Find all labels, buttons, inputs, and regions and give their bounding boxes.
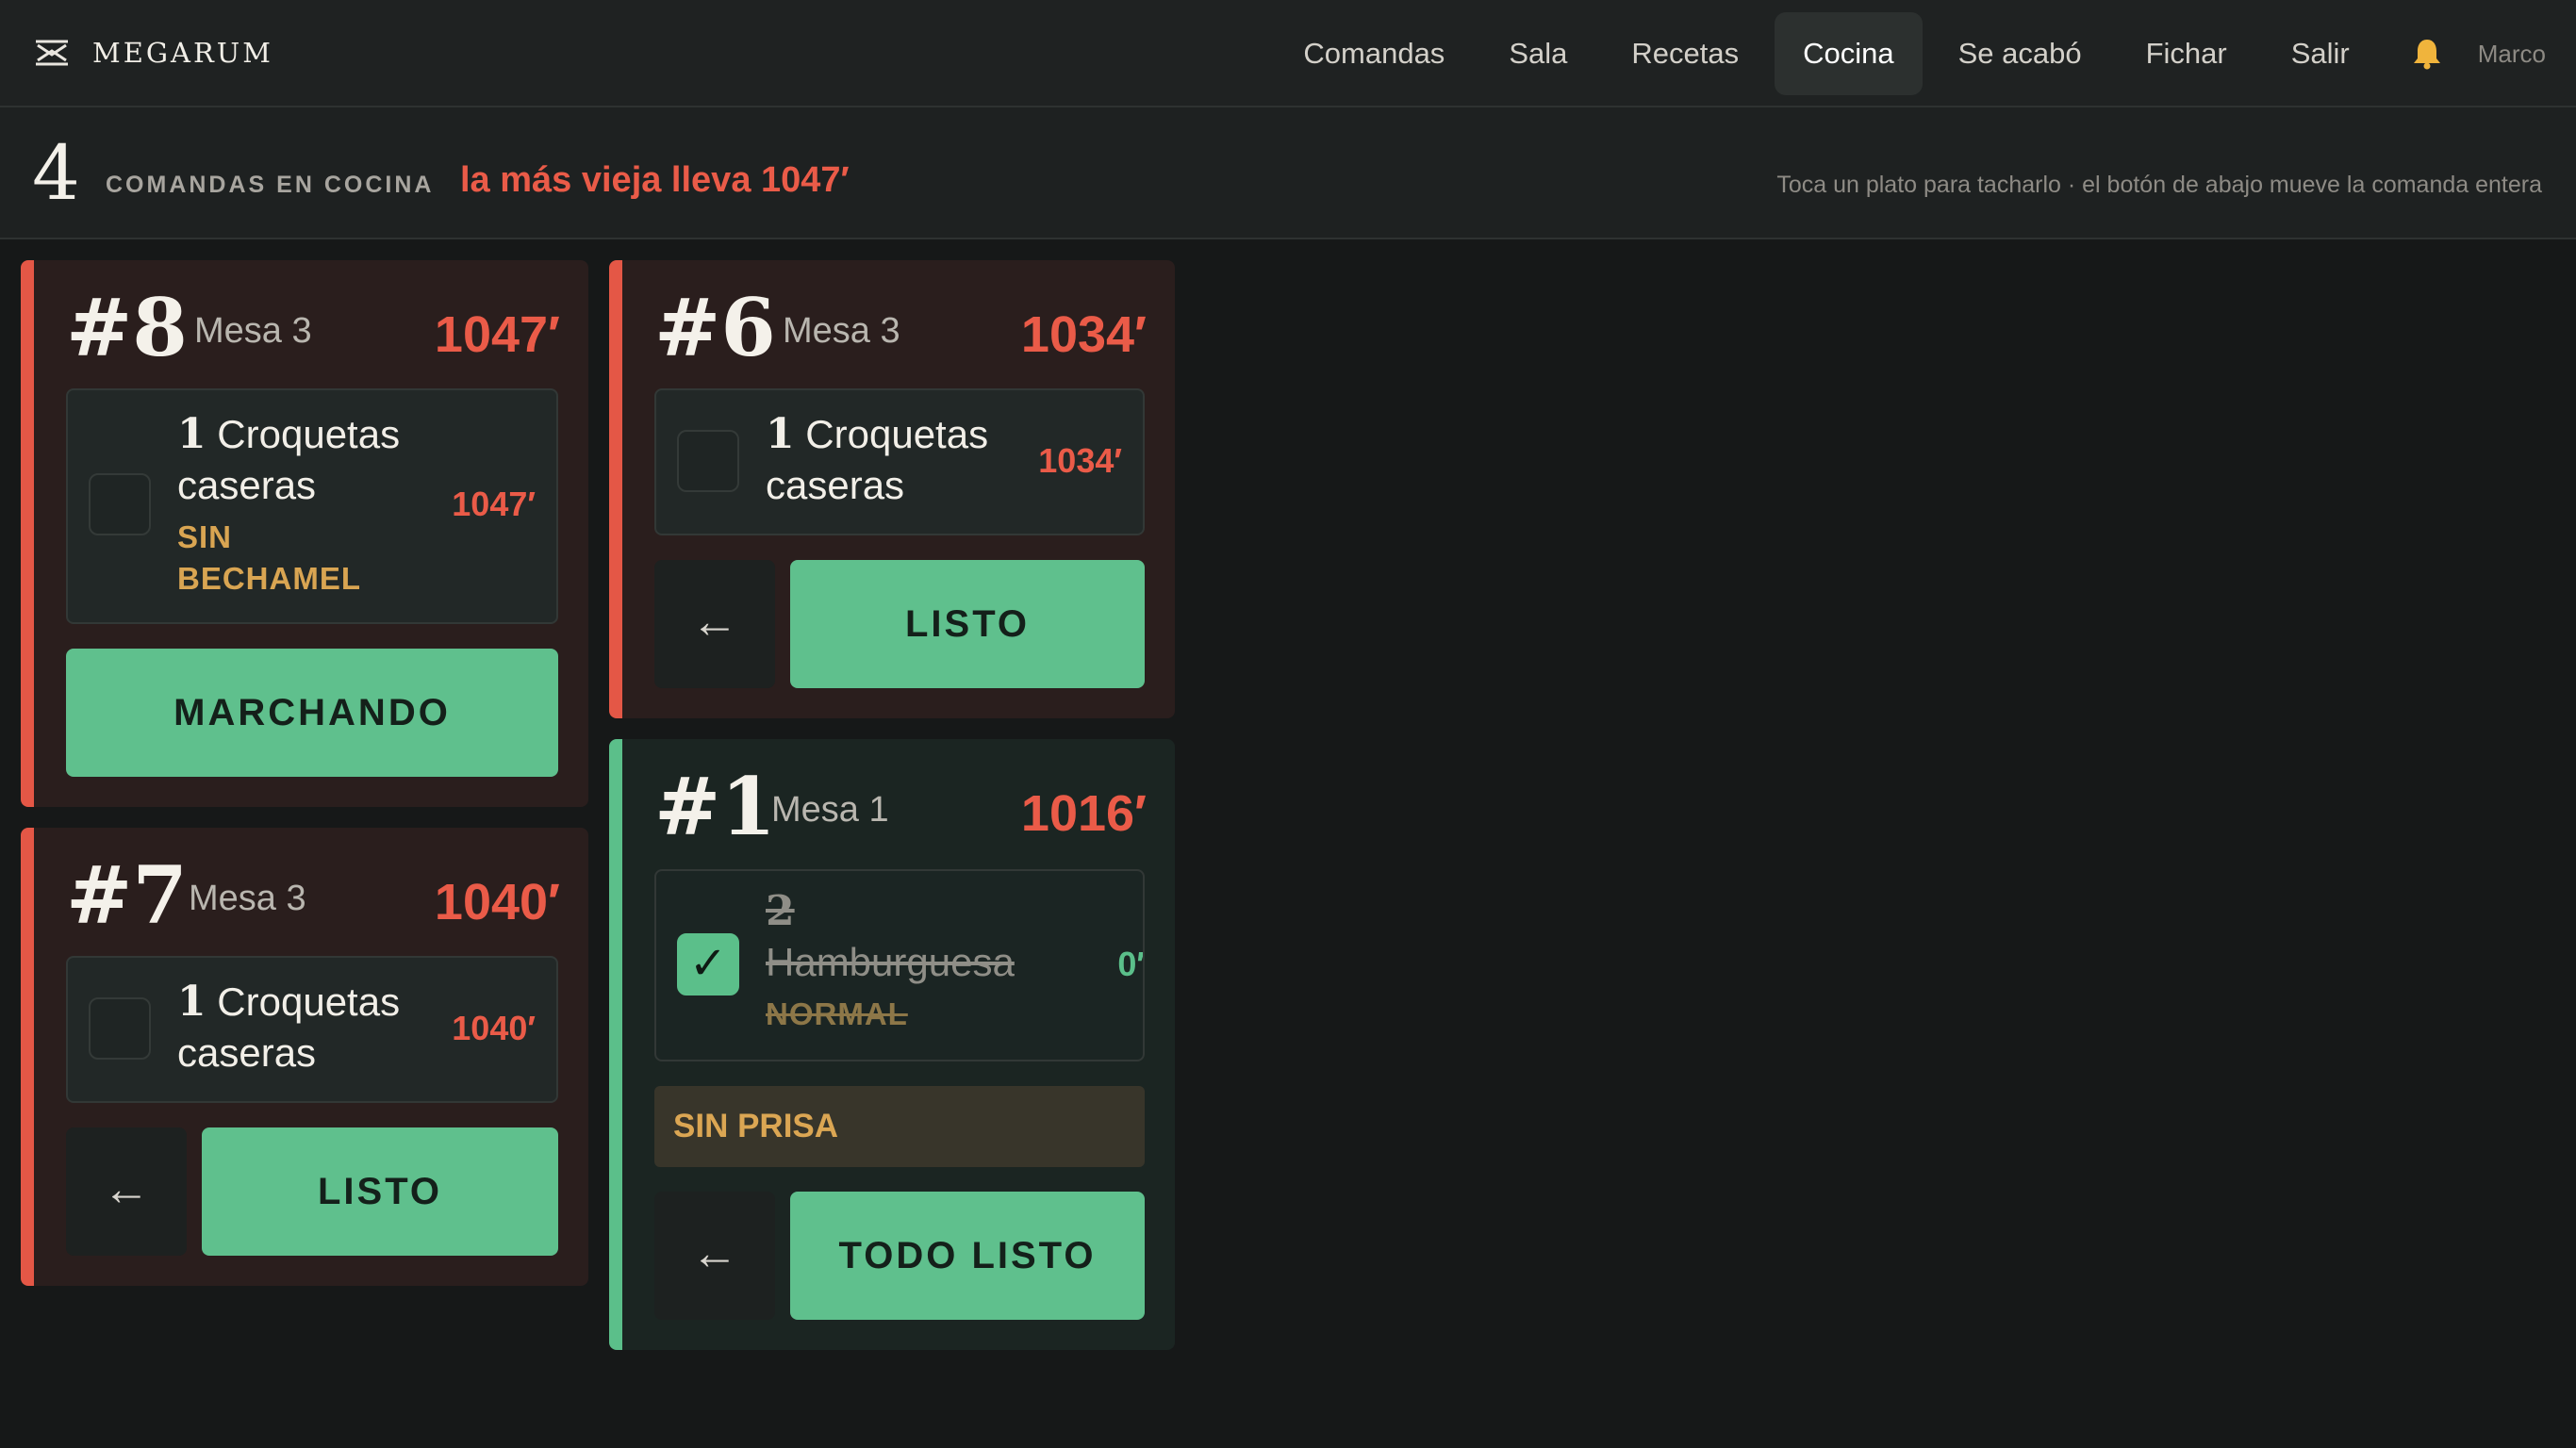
- item-quantity: 1: [766, 410, 795, 458]
- back-button[interactable]: ←: [654, 560, 775, 688]
- item-name-cont: caseras: [177, 463, 317, 507]
- ticket-card: #6 Mesa 3 1034′ 1 Croquetas caseras 1034…: [609, 260, 1175, 718]
- item-name-cont: caseras: [766, 463, 905, 507]
- ticket-table: Mesa 1: [771, 790, 889, 830]
- listo-button[interactable]: LISTO: [202, 1127, 558, 1256]
- ticket-elapsed: 1047′: [434, 306, 560, 363]
- listo-button[interactable]: LISTO: [790, 560, 1145, 688]
- back-button[interactable]: ←: [66, 1127, 187, 1256]
- ticket-count: 4: [32, 129, 80, 217]
- nav-salir[interactable]: Salir: [2263, 12, 2378, 95]
- oldest-ticket-warning: la más vieja lleva 1047′: [460, 160, 850, 200]
- ticket-table: Mesa 3: [194, 311, 312, 351]
- usage-hint: Toca un plato para tacharlo · el botón d…: [1776, 172, 2542, 198]
- ticket-count-label: COMANDAS EN COCINA: [106, 172, 435, 198]
- kitchen-summary: 4 COMANDAS EN COCINA la más vieja lleva …: [0, 107, 2576, 239]
- item-elapsed: 0′: [1117, 945, 1145, 983]
- ticket-note: SIN PRISA: [654, 1086, 1145, 1167]
- item-name: Croquetas: [805, 412, 989, 456]
- top-nav-bar: MEGARUM Comandas Sala Recetas Cocina Se …: [0, 0, 2576, 107]
- ticket-card: #1 Mesa 1 1016′ ✓ 2 Hamburguesa NORMAL 0…: [609, 739, 1175, 1350]
- ticket-number: #1: [654, 760, 776, 853]
- ticket-number: #6: [654, 281, 776, 374]
- ticket-table: Mesa 3: [189, 879, 306, 918]
- nav-sala[interactable]: Sala: [1480, 12, 1595, 95]
- item-quantity: 1: [177, 978, 206, 1026]
- brand-name: MEGARUM: [92, 37, 273, 69]
- item-checkbox[interactable]: [89, 997, 151, 1060]
- brand[interactable]: MEGARUM: [34, 32, 273, 74]
- ticket-card: #7 Mesa 3 1040′ 1 Croquetas caseras 1040…: [21, 828, 588, 1286]
- item-checkbox[interactable]: [89, 473, 151, 535]
- item-name: Croquetas: [217, 979, 401, 1024]
- ticket-elapsed: 1034′: [1020, 306, 1147, 363]
- back-button[interactable]: ←: [654, 1192, 775, 1320]
- item-checkbox[interactable]: [677, 430, 739, 492]
- megarum-logo-icon: [36, 40, 68, 66]
- item-elapsed: 1034′: [1038, 441, 1122, 480]
- item-quantity: 2: [766, 887, 795, 935]
- item-name-cont: caseras: [177, 1030, 317, 1075]
- main-nav: Comandas Sala Recetas Cocina Se acabó Fi…: [1275, 11, 2576, 96]
- item-checkbox-checked[interactable]: ✓: [677, 933, 739, 996]
- nav-comandas[interactable]: Comandas: [1275, 12, 1473, 95]
- order-item[interactable]: 1 Croquetas caseras SIN BECHAMEL 1047′: [66, 388, 558, 624]
- nav-cocina[interactable]: Cocina: [1775, 12, 1923, 95]
- item-modifier-cont: BECHAMEL: [177, 561, 361, 596]
- marchando-button[interactable]: MARCHANDO: [66, 649, 558, 777]
- user-name[interactable]: Marco: [2478, 40, 2576, 69]
- nav-recetas[interactable]: Recetas: [1603, 12, 1767, 95]
- ticket-number: #8: [66, 281, 188, 374]
- bell-icon[interactable]: [2410, 37, 2444, 71]
- ticket-elapsed: 1016′: [1020, 785, 1147, 842]
- order-item[interactable]: 1 Croquetas caseras 1040′: [66, 956, 558, 1103]
- item-elapsed: 1040′: [452, 1009, 536, 1047]
- item-quantity: 1: [177, 410, 206, 458]
- item-modifier: SIN: [177, 519, 233, 554]
- ticket-elapsed: 1040′: [434, 874, 560, 930]
- item-elapsed: 1047′: [452, 485, 536, 523]
- nav-fichar[interactable]: Fichar: [2118, 12, 2255, 95]
- ticket-number: #7: [66, 848, 188, 942]
- item-name: Hamburguesa: [766, 940, 1015, 984]
- order-item[interactable]: ✓ 2 Hamburguesa NORMAL 0′: [654, 869, 1145, 1061]
- order-item[interactable]: 1 Croquetas caseras 1034′: [654, 388, 1145, 535]
- item-name: Croquetas: [217, 412, 401, 456]
- ticket-card: #8 Mesa 3 1047′ 1 Croquetas caseras SIN …: [21, 260, 588, 807]
- ticket-table: Mesa 3: [783, 311, 900, 351]
- nav-se-acabo[interactable]: Se acabó: [1930, 12, 2110, 95]
- item-modifier: NORMAL: [766, 996, 908, 1031]
- todo-listo-button[interactable]: TODO LISTO: [790, 1192, 1145, 1320]
